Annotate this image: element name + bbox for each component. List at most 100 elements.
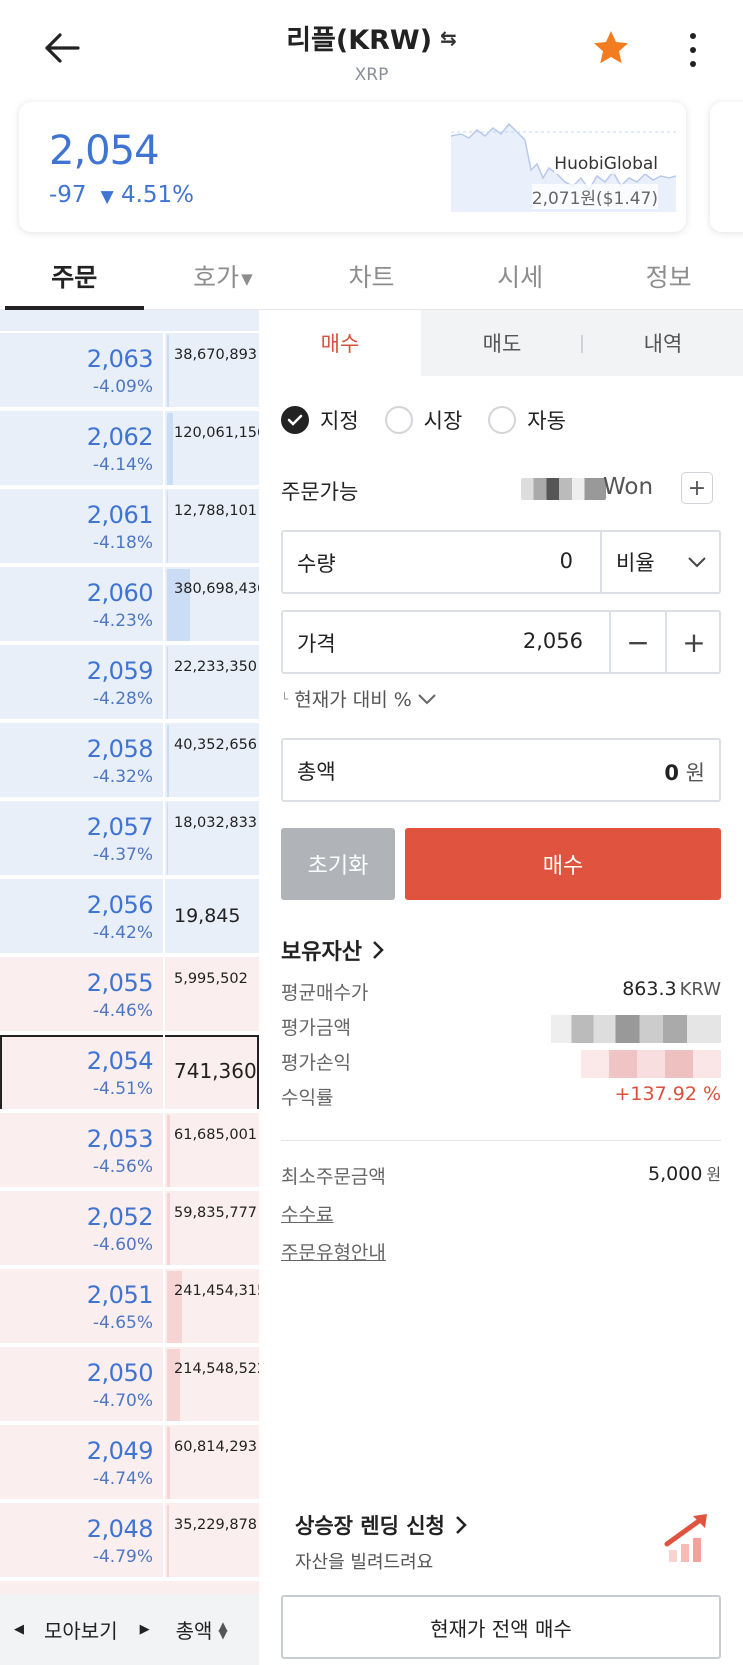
buy-button[interactable]: 매수 [405, 828, 721, 900]
tab-info[interactable]: 정보 [594, 240, 743, 310]
row-divider [0, 641, 259, 643]
orderbook-pct: -4.70% [92, 1391, 153, 1411]
price-field[interactable]: 가격 2,056 − + [281, 610, 721, 674]
total-field[interactable]: 총액 0 원 [281, 738, 721, 802]
sort-icon[interactable]: ▲ ▼ [218, 1620, 227, 1640]
branch-icon: └ [281, 691, 289, 706]
quantity-label: 수량 [297, 552, 336, 576]
quantity-value: 0 [559, 549, 573, 573]
price-card[interactable]: 2,054 -97 ▼ 4.51% HuobiGlobal 2,071원($1.… [19, 102, 686, 232]
fee-link[interactable]: 수수료 [281, 1204, 333, 1226]
caret-right-icon[interactable]: ▶ [140, 1622, 150, 1637]
orderbook-volume: 59,835,777 [174, 1205, 258, 1221]
reset-button[interactable]: 초기화 [281, 828, 395, 900]
orderbook-row[interactable]: 2,057 -4.37% 18,032,833 [0, 801, 259, 877]
orderbook-row[interactable]: 2,063 -4.09% 38,670,893 [0, 333, 259, 409]
order-guide-link[interactable]: 주문유형안내 [281, 1242, 386, 1264]
deposit-plus-button[interactable]: + [681, 472, 713, 504]
orderbook-price: 2,049 [86, 1437, 154, 1465]
page-title[interactable]: 리플(KRW) ⇆ [286, 18, 457, 57]
orderbook-row[interactable]: 2,061 -4.18% 12,788,101 [0, 489, 259, 565]
tab-sell[interactable]: 매도 [421, 310, 583, 376]
compare-dropdown[interactable]: └ 현재가 대비 % [281, 685, 438, 712]
orderbook-row[interactable]: 2,059 -4.28% 22,233,350 [0, 645, 259, 721]
orderbook-row[interactable]: 2,056 -4.42% 19,845 [0, 879, 259, 955]
orderbook-volume-bar [167, 413, 173, 485]
orderbook-price-cell: 2,061 -4.18% [0, 489, 165, 565]
full-amount-buy-button[interactable]: 현재가 전액 매수 [281, 1595, 721, 1659]
row-divider [0, 407, 259, 409]
orderbook-volume: 380,698,436 [174, 581, 259, 597]
orderbook-list[interactable]: 2,063 -4.09% 38,670,893 2,062 -4.14% 120,061,… [0, 310, 259, 1595]
next-card[interactable] [710, 102, 743, 232]
sort-total-button[interactable]: 총액 [176, 1615, 213, 1644]
back-arrow-icon[interactable] [38, 26, 88, 76]
pnl-row: 평가손익 [281, 1048, 721, 1083]
total-value: 0 원 [664, 757, 705, 787]
yield-value: +137.92 % [614, 1083, 722, 1105]
main-tabs: 주문 호가 ▼ 차트 시세 정보 [0, 240, 743, 311]
balance-redacted [521, 478, 606, 500]
orderbook-row[interactable]: 2,053 -4.56% 61,685,001 [0, 1113, 259, 1189]
orderbook-row[interactable]: 2,058 -4.32% 40,352,656 [0, 723, 259, 799]
tab-history[interactable]: 내역 [583, 310, 743, 376]
orderbook-volume: 741,360 [174, 1059, 257, 1083]
price-value: 2,056 [522, 629, 583, 653]
order-type-market[interactable]: 시장 [384, 405, 462, 435]
order-type-group: 지정 시장 자동 [281, 405, 566, 435]
holdings-link[interactable]: 보유자산 [281, 934, 384, 966]
orderbook-row[interactable]: 2,055 -4.46% 5,995,502 [0, 957, 259, 1033]
orderbook-price: 2,057 [86, 813, 154, 841]
avg-price-number: 863.3 [622, 978, 677, 1000]
checkmark-icon [281, 406, 309, 434]
orderbook-volume-bar [167, 1505, 169, 1577]
ratio-dropdown[interactable]: 비율 [600, 532, 721, 592]
favorite-star-icon[interactable] [591, 28, 631, 68]
order-type-limit[interactable]: 지정 [281, 405, 359, 435]
tab-chart[interactable]: 차트 [297, 240, 446, 310]
eval-amount-label: 평가금액 [281, 1017, 351, 1039]
group-view-button[interactable]: 모아보기 [44, 1615, 118, 1644]
orderbook-row[interactable]: 2,054 -4.51% 741,360 [0, 1035, 259, 1111]
orderbook-pct: -4.32% [92, 767, 153, 787]
orderbook-volume: 5,995,502 [174, 971, 248, 987]
price-change: -97 ▼ 4.51% [49, 182, 194, 208]
app-root: 리플(KRW) ⇆ XRP 2,054 -97 ▼ 4.51% HuobiGlo… [0, 0, 743, 1665]
row-divider [0, 953, 259, 955]
order-type-auto[interactable]: 자동 [488, 405, 566, 435]
orderbook-row[interactable]: 2,062 -4.14% 120,061,156 [0, 411, 259, 487]
row-divider [0, 1343, 259, 1345]
header: 리플(KRW) ⇆ XRP [0, 0, 743, 100]
tab-quotes-label: 시세 [497, 263, 544, 292]
tab-info-label: 정보 [645, 263, 692, 292]
tab-quotes[interactable]: 시세 [446, 240, 595, 310]
tab-orderbook[interactable]: 호가 ▼ [149, 240, 298, 310]
lending-banner[interactable]: 상승장 렌딩 신청 자산을 빌려드려요 [295, 1510, 715, 1580]
orderbook-price-cell: 2,060 -4.23% [0, 567, 165, 643]
change-amount: -97 [49, 182, 87, 208]
more-menu-icon[interactable] [678, 30, 708, 70]
orderbook-row[interactable]: 2,052 -4.60% 59,835,777 [0, 1191, 259, 1267]
quantity-field[interactable]: 수량 0 비율 [281, 530, 721, 594]
change-rate: ▼ 4.51% [101, 182, 194, 208]
orderbook-volume-bar [167, 335, 169, 407]
rising-chart-icon [664, 1514, 707, 1562]
tab-order[interactable]: 주문 [0, 240, 149, 311]
orderbook-row[interactable]: 2,049 -4.74% 60,814,293 [0, 1425, 259, 1501]
swap-icon[interactable]: ⇆ [440, 26, 457, 50]
orderbook-row[interactable]: 2,050 -4.70% 214,548,522 [0, 1347, 259, 1423]
available-balance: 주문가능 Won + [281, 470, 721, 510]
tab-buy[interactable]: 매수 [259, 310, 421, 376]
radio-icon [488, 406, 517, 434]
orderbook-volume: 22,233,350 [174, 659, 258, 675]
orderbook-row[interactable]: 2,060 -4.23% 380,698,436 [0, 567, 259, 643]
price-minus-button[interactable]: − [609, 612, 665, 672]
orderbook-row[interactable]: 2,048 -4.79% 35,229,878 [0, 1503, 259, 1579]
orderbook-pct: -4.46% [92, 1001, 153, 1021]
coin-title: 리플(KRW) [286, 25, 433, 56]
pnl-label: 평가손익 [281, 1052, 351, 1074]
caret-left-icon[interactable]: ◀ [14, 1622, 24, 1637]
orderbook-row[interactable]: 2,051 -4.65% 241,454,315 [0, 1269, 259, 1345]
price-plus-button[interactable]: + [665, 612, 721, 672]
title-block: 리플(KRW) ⇆ XRP [200, 18, 543, 85]
